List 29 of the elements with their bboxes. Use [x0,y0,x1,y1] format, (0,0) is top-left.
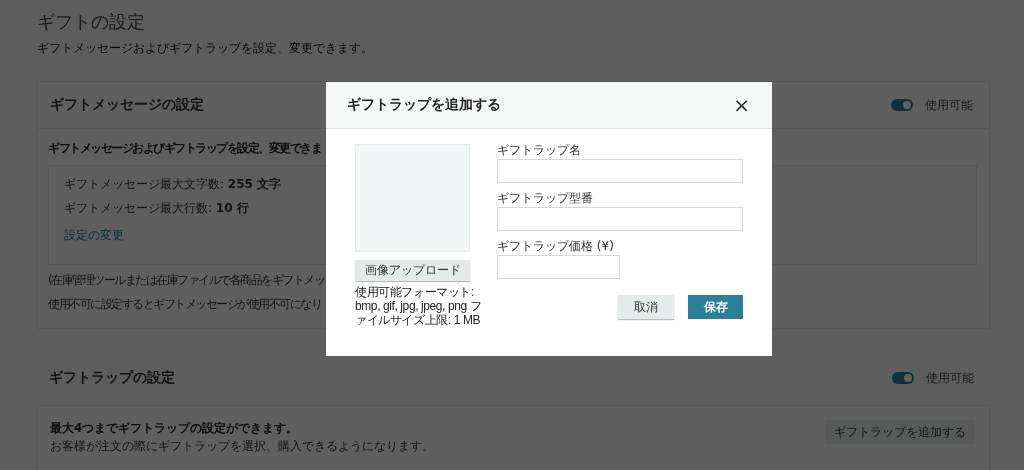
format-note: 使用可能フォーマット: [355,285,474,299]
input-field[interactable] [497,159,743,183]
note-text: 使用不可に設定するとギフトメッセージが使用不可になり [48,296,321,313]
toggle-label: 使用可能 [925,96,973,114]
note-text: (在庫管理ツールまたは在庫ファイルで各商品をギフトメッ [48,272,325,289]
cancel-button[interactable]: 取消 [618,295,674,319]
toggle-label: 使用可能 [926,369,974,387]
section-title: ギフトラップの設定 [49,369,175,387]
intro-text: 最大4つまでギフトラップの設定ができます。 [50,420,299,437]
toggle-switch[interactable] [891,99,913,111]
toggle-switch[interactable] [892,372,914,384]
section-title: ギフトメッセージの設定 [50,96,204,114]
page-title: ギフトの設定 [37,10,146,34]
close-button[interactable]: × [733,95,750,115]
description-text: お客様が注文の際にギフトラップを選択、購入できるようになります。 [50,438,434,455]
setting-text: ギフトメッセージ最大行数: 10 行 [64,200,249,217]
intro-text: ギフトメッセージおよびギフトラップを設定、変更できま [48,140,321,157]
format-note: bmp, gif, jpg, jpeg, png フ [355,299,482,313]
setting-text: ギフトメッセージ最大文字数: 255 文字 [64,176,282,193]
input-field[interactable] [497,207,743,231]
dialog-title: ギフトラップを追加する [347,96,501,114]
field-label: ギフトラップ名 [497,142,581,156]
save-button[interactable]: 保存 [688,295,743,319]
input-field[interactable] [497,255,620,279]
format-note: ァイルサイズ上限: 1 MB [355,313,481,327]
page-subtitle: ギフトメッセージおよびギフトラップを設定、変更できます。 [37,40,374,57]
field-label: ギフトラップ型番 [497,190,593,204]
upload-button[interactable]: 画像アップロード [355,260,470,281]
field-label: ギフトラップ価格 (¥) [497,238,614,252]
